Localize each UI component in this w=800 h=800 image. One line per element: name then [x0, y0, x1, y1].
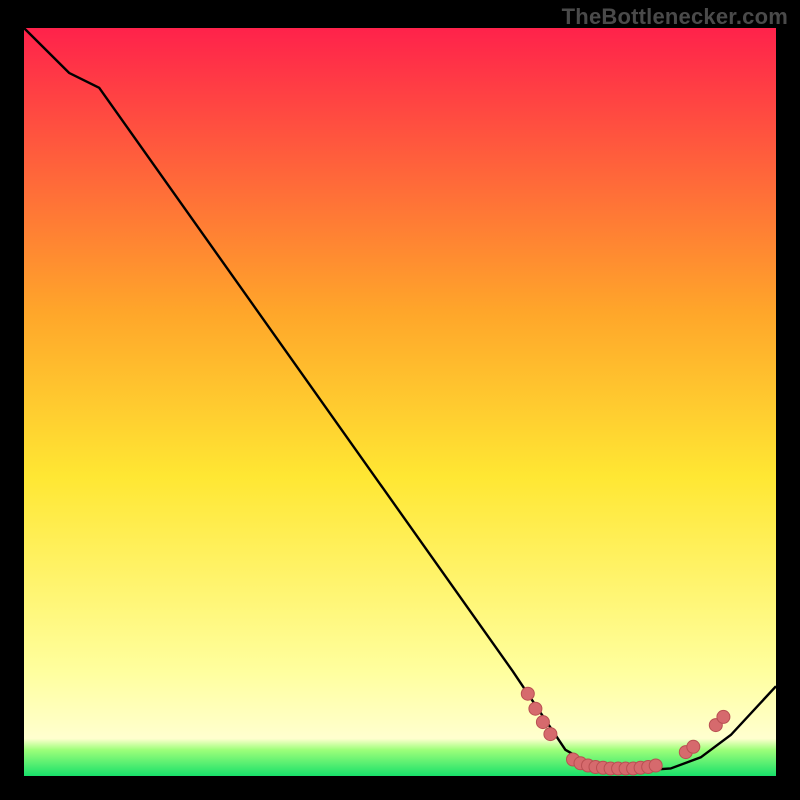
watermark-text: TheBottlenecker.com	[562, 4, 788, 30]
data-marker	[687, 740, 700, 753]
data-marker	[521, 687, 534, 700]
chart-svg	[24, 28, 776, 776]
data-marker	[649, 759, 662, 772]
data-marker	[529, 702, 542, 715]
data-marker	[717, 710, 730, 723]
data-marker	[544, 728, 557, 741]
plot-area	[24, 28, 776, 776]
chart-frame: TheBottlenecker.com	[0, 0, 800, 800]
data-marker	[536, 716, 549, 729]
